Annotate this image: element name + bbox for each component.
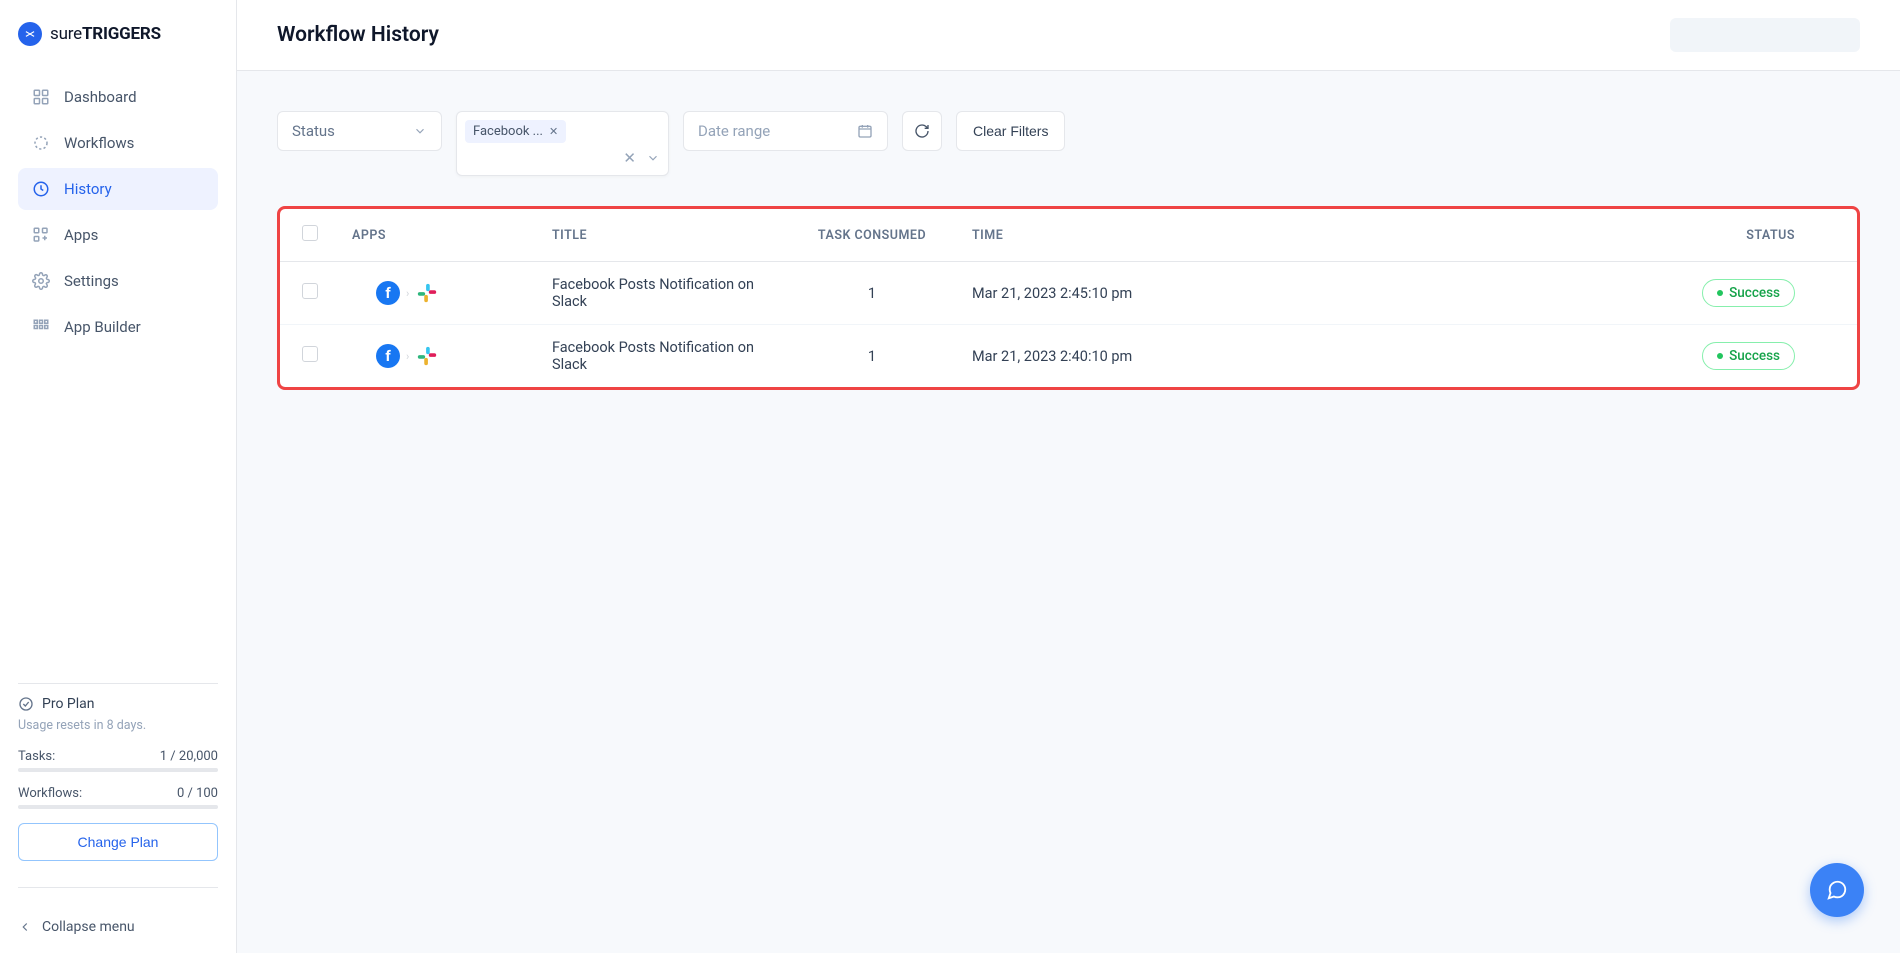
table-row[interactable]: f › Facebook Posts Notification on Slack… xyxy=(280,325,1857,387)
workflows-value: 0 / 100 xyxy=(177,786,218,801)
col-status: STATUS xyxy=(1242,228,1835,243)
tasks-label: Tasks: xyxy=(18,749,55,764)
table-header: APPS TITLE TASK CONSUMED TIME STATUS xyxy=(280,209,1857,262)
plan-name-row: Pro Plan xyxy=(18,696,218,712)
topbar: Workflow History xyxy=(237,0,1900,71)
brand-icon xyxy=(18,22,42,46)
change-plan-button[interactable]: Change Plan xyxy=(18,823,218,861)
collapse-label: Collapse menu xyxy=(42,919,135,935)
sidebar-item-label: Dashboard xyxy=(64,88,137,106)
refresh-icon xyxy=(914,123,930,139)
dot-icon xyxy=(1717,353,1723,359)
sidebar-item-label: Settings xyxy=(64,272,119,290)
sidebar-item-apps[interactable]: Apps xyxy=(18,214,218,256)
check-circle-icon xyxy=(18,696,34,712)
workflows-label: Workflows: xyxy=(18,786,82,801)
gear-icon xyxy=(32,272,50,290)
chevron-left-icon xyxy=(18,920,32,934)
status-text: Success xyxy=(1729,285,1780,301)
history-table: APPS TITLE TASK CONSUMED TIME STATUS f › xyxy=(277,206,1860,390)
main: Workflow History Status Facebook ... ✕ xyxy=(237,0,1900,953)
status-badge: Success xyxy=(1702,342,1795,370)
row-time: Mar 21, 2023 2:45:10 pm xyxy=(972,285,1242,302)
date-placeholder: Date range xyxy=(698,122,770,140)
sidebar: sureTRIGGERS Dashboard Workflows History… xyxy=(0,0,237,953)
tasks-bar xyxy=(18,768,218,772)
apps-icons: f › xyxy=(352,344,552,368)
facebook-icon: f xyxy=(376,281,400,305)
chip-remove-button[interactable]: ✕ xyxy=(549,125,558,138)
sidebar-nav: Dashboard Workflows History Apps Setting… xyxy=(0,68,236,671)
sidebar-item-workflows[interactable]: Workflows xyxy=(18,122,218,164)
plan-reset-text: Usage resets in 8 days. xyxy=(18,718,218,733)
workflow-filter[interactable]: Facebook ... ✕ ✕ xyxy=(456,111,669,176)
calendar-icon xyxy=(857,123,873,139)
refresh-button[interactable] xyxy=(902,111,942,151)
col-task: TASK CONSUMED xyxy=(772,228,972,243)
apps-icons: f › xyxy=(352,281,552,305)
history-icon xyxy=(32,180,50,198)
filters-row: Status Facebook ... ✕ ✕ xyxy=(277,111,1860,176)
sidebar-item-app-builder[interactable]: App Builder xyxy=(18,306,218,348)
apps-icon xyxy=(32,226,50,244)
brand-name: sureTRIGGERS xyxy=(50,24,161,44)
plan-block: Pro Plan Usage resets in 8 days. Tasks: … xyxy=(0,696,236,875)
row-time: Mar 21, 2023 2:40:10 pm xyxy=(972,348,1242,365)
status-filter[interactable]: Status xyxy=(277,111,442,151)
select-all-checkbox[interactable] xyxy=(302,225,318,241)
collapse-menu-button[interactable]: Collapse menu xyxy=(0,900,236,953)
dot-icon xyxy=(1717,290,1723,296)
row-task: 1 xyxy=(772,285,972,302)
row-task: 1 xyxy=(772,348,972,365)
chevron-down-icon xyxy=(413,124,427,138)
sidebar-item-settings[interactable]: Settings xyxy=(18,260,218,302)
plan-name: Pro Plan xyxy=(42,696,94,712)
sidebar-item-label: Apps xyxy=(64,226,98,244)
sidebar-item-dashboard[interactable]: Dashboard xyxy=(18,76,218,118)
col-time: TIME xyxy=(972,228,1242,243)
row-title: Facebook Posts Notification on Slack xyxy=(552,276,772,310)
sidebar-item-label: History xyxy=(64,180,112,198)
builder-icon xyxy=(32,318,50,336)
brand-logo[interactable]: sureTRIGGERS xyxy=(0,0,236,68)
row-checkbox[interactable] xyxy=(302,346,318,362)
chat-icon xyxy=(1826,879,1848,901)
chevron-right-icon: › xyxy=(406,350,409,363)
clear-multi-button[interactable]: ✕ xyxy=(623,149,636,167)
divider xyxy=(18,683,218,684)
sidebar-item-label: App Builder xyxy=(64,318,141,336)
sidebar-item-history[interactable]: History xyxy=(18,168,218,210)
facebook-icon: f xyxy=(376,344,400,368)
divider xyxy=(18,887,218,888)
grid-icon xyxy=(32,88,50,106)
slack-icon xyxy=(415,344,439,368)
help-button[interactable] xyxy=(1810,863,1864,917)
slack-icon xyxy=(415,281,439,305)
chip-label: Facebook ... xyxy=(473,124,543,139)
workflow-icon xyxy=(32,134,50,152)
table-row[interactable]: f › Facebook Posts Notification on Slack… xyxy=(280,262,1857,325)
filter-chip: Facebook ... ✕ xyxy=(465,120,566,143)
content: Status Facebook ... ✕ ✕ xyxy=(237,71,1900,430)
col-title: TITLE xyxy=(552,228,772,243)
clear-filters-button[interactable]: Clear Filters xyxy=(956,111,1065,151)
status-badge: Success xyxy=(1702,279,1795,307)
row-checkbox[interactable] xyxy=(302,283,318,299)
status-text: Success xyxy=(1729,348,1780,364)
page-title: Workflow History xyxy=(277,23,439,47)
date-range-filter[interactable]: Date range xyxy=(683,111,888,151)
chevron-down-icon[interactable] xyxy=(646,151,660,165)
col-apps: APPS xyxy=(352,228,552,243)
chevron-right-icon: › xyxy=(406,287,409,300)
row-title: Facebook Posts Notification on Slack xyxy=(552,339,772,373)
status-label: Status xyxy=(292,122,335,140)
workflows-bar xyxy=(18,805,218,809)
tasks-value: 1 / 20,000 xyxy=(160,749,218,764)
sidebar-item-label: Workflows xyxy=(64,134,134,152)
topbar-placeholder xyxy=(1670,18,1860,52)
